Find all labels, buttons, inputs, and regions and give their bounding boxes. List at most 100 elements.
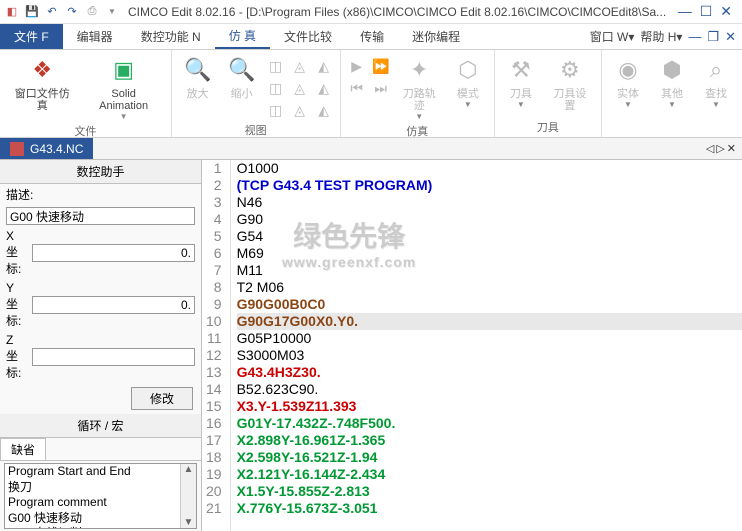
cube1-icon[interactable]: ◫ xyxy=(266,56,286,76)
play-icon[interactable]: ▶ xyxy=(347,56,367,76)
y-input[interactable] xyxy=(32,296,195,314)
ff-icon[interactable]: ⏩ xyxy=(371,56,391,76)
list-item[interactable]: Program Start and End xyxy=(5,464,196,480)
print-icon[interactable]: ⎙ xyxy=(84,4,100,20)
code-line[interactable]: M11 xyxy=(237,262,742,279)
code-line[interactable]: G05P10000 xyxy=(237,330,742,347)
menu-compare[interactable]: 文件比较 xyxy=(270,24,346,49)
menu-editor[interactable]: 编辑器 xyxy=(63,24,127,49)
list-item[interactable]: 换刀 xyxy=(5,480,196,496)
menu-transfer[interactable]: 传输 xyxy=(346,24,398,49)
code-line[interactable]: X.776Y-15.673Z-3.051 xyxy=(237,500,742,517)
btn-zoom-out[interactable]: 🔍缩小 xyxy=(222,52,262,120)
code-line[interactable]: M69 xyxy=(237,245,742,262)
macro-listbox[interactable]: ▲▼ Program Start and End换刀Program commen… xyxy=(4,463,197,529)
code-line[interactable]: G90G00B0C0 xyxy=(237,296,742,313)
btn-solid-body[interactable]: ◉实体▼ xyxy=(608,52,648,121)
toolset-icon: ⚙ xyxy=(554,54,586,86)
btn-other[interactable]: ⬢其他▼ xyxy=(652,52,692,121)
ribbon: ❖ 窗口文件仿真 ▣ Solid Animation ▼ 文件 🔍放大 🔍缩小 … xyxy=(0,50,742,138)
save-icon[interactable]: 💾 xyxy=(24,4,40,20)
minimize2-button[interactable]: — xyxy=(688,29,701,44)
menu-help[interactable]: 帮助 H▾ xyxy=(640,28,682,45)
close2-button[interactable]: ✕ xyxy=(725,29,736,45)
tab-close-icon[interactable]: ✕ xyxy=(727,142,736,155)
scrollbar[interactable]: ▲▼ xyxy=(180,464,196,528)
quick-access-toolbar: ◧ 💾 ↶ ↷ ⎙ ▼ xyxy=(4,4,120,20)
btn-tool[interactable]: ⚒刀具▼ xyxy=(501,52,541,117)
desc-label: 描述: xyxy=(6,186,56,203)
play-buttons-2: ⏩ ⏭ xyxy=(371,52,391,121)
btn-solid-animation[interactable]: ▣ Solid Animation ▼ xyxy=(83,52,165,121)
modify-button[interactable]: 修改 xyxy=(131,387,193,410)
tab-next-icon[interactable]: ▷ xyxy=(716,142,724,155)
iso3-icon[interactable]: ◬ xyxy=(290,100,310,120)
btn-window-file-sim[interactable]: ❖ 窗口文件仿真 xyxy=(6,52,79,121)
list-item[interactable]: Program comment xyxy=(5,495,196,511)
menu-miniprog[interactable]: 迷你编程 xyxy=(398,24,474,49)
code-line[interactable]: X1.5Y-15.855Z-2.813 xyxy=(237,483,742,500)
scroll-down-icon[interactable]: ▼ xyxy=(184,517,194,528)
macro-tab-default[interactable]: 缺省 xyxy=(0,438,46,460)
code-line[interactable]: G90G17G00X0.Y0. xyxy=(237,313,742,330)
desc-input[interactable] xyxy=(6,207,195,225)
list-item[interactable]: G01 直线切削 xyxy=(5,526,196,529)
file-tab[interactable]: G43.4.NC xyxy=(0,138,93,159)
ribbon-group-file: ❖ 窗口文件仿真 ▣ Solid Animation ▼ 文件 xyxy=(0,50,172,137)
code-line[interactable]: G54 xyxy=(237,228,742,245)
code-editor[interactable]: 绿色先锋 www.greenxf.com 1234567891011121314… xyxy=(202,160,742,531)
scroll-up-icon[interactable]: ▲ xyxy=(184,464,194,475)
btn-tool-settings[interactable]: ⚙刀具设置 xyxy=(545,52,595,117)
chevron-down-icon: ▼ xyxy=(120,112,128,121)
code-line[interactable]: X2.121Y-16.144Z-2.434 xyxy=(237,466,742,483)
code-line[interactable]: X2.598Y-16.521Z-1.94 xyxy=(237,449,742,466)
tab-prev-icon[interactable]: ◁ xyxy=(706,142,714,155)
btn-zoom-in[interactable]: 🔍放大 xyxy=(178,52,218,120)
code-line[interactable]: (TCP G43.4 TEST PROGRAM) xyxy=(237,177,742,194)
code-line[interactable]: N46 xyxy=(237,194,742,211)
menu-simulation[interactable]: 仿 真 xyxy=(215,24,270,49)
dropdown-icon[interactable]: ▼ xyxy=(104,4,120,20)
list-item[interactable]: G00 快速移动 xyxy=(5,511,196,527)
zoom-in-icon: 🔍 xyxy=(182,54,214,86)
code-line[interactable]: G90 xyxy=(237,211,742,228)
iso4-icon[interactable]: ◭ xyxy=(314,56,334,76)
iso2-icon[interactable]: ◬ xyxy=(290,78,310,98)
play-buttons: ▶ ⏮ xyxy=(347,52,367,121)
code-line[interactable]: X3.Y-1.539Z11.393 xyxy=(237,398,742,415)
code-line[interactable]: G43.4H3Z30. xyxy=(237,364,742,381)
code-line[interactable]: O1000 xyxy=(237,160,742,177)
redo-icon[interactable]: ↷ xyxy=(64,4,80,20)
title-bar: ◧ 💾 ↶ ↷ ⎙ ▼ CIMCO Edit 8.02.16 - [D:\Pro… xyxy=(0,0,742,24)
iso6-icon[interactable]: ◭ xyxy=(314,100,334,120)
step-fwd-icon[interactable]: ⏭ xyxy=(371,78,391,98)
maximize-button[interactable]: ☐ xyxy=(700,3,713,20)
view-small-buttons-3: ◭ ◭ ◭ xyxy=(314,52,334,120)
menu-file[interactable]: 文件 F xyxy=(0,24,63,49)
iso1-icon[interactable]: ◬ xyxy=(290,56,310,76)
restore-button[interactable]: ❐ xyxy=(707,29,719,45)
cube3-icon[interactable]: ◫ xyxy=(266,100,286,120)
close-button[interactable]: ✕ xyxy=(720,3,732,20)
macro-header: 循环 / 宏 xyxy=(0,414,201,438)
minimize-button[interactable]: — xyxy=(678,3,692,20)
iso5-icon[interactable]: ◭ xyxy=(314,78,334,98)
app-icon: ◧ xyxy=(4,4,20,20)
code-line[interactable]: T2 M06 xyxy=(237,279,742,296)
btn-toolpath[interactable]: ✦刀路轨迹▼ xyxy=(395,52,444,121)
mode-icon: ⬡ xyxy=(452,54,484,86)
btn-mode[interactable]: ⬡模式▼ xyxy=(448,52,488,121)
undo-icon[interactable]: ↶ xyxy=(44,4,60,20)
code-line[interactable]: S3000M03 xyxy=(237,347,742,364)
code-line[interactable]: B52.623C90. xyxy=(237,381,742,398)
code-body[interactable]: O1000(TCP G43.4 TEST PROGRAM)N46G90G54M6… xyxy=(231,160,742,531)
btn-find[interactable]: ⌕查找▼ xyxy=(696,52,736,121)
menu-nc[interactable]: 数控功能 N xyxy=(127,24,215,49)
cube2-icon[interactable]: ◫ xyxy=(266,78,286,98)
code-line[interactable]: G01Y-17.432Z-.748F500. xyxy=(237,415,742,432)
code-line[interactable]: X2.898Y-16.961Z-1.365 xyxy=(237,432,742,449)
x-input[interactable] xyxy=(32,244,195,262)
z-input[interactable] xyxy=(32,348,195,366)
step-back-icon[interactable]: ⏮ xyxy=(347,78,367,98)
menu-window[interactable]: 窗口 W▾ xyxy=(590,28,635,45)
